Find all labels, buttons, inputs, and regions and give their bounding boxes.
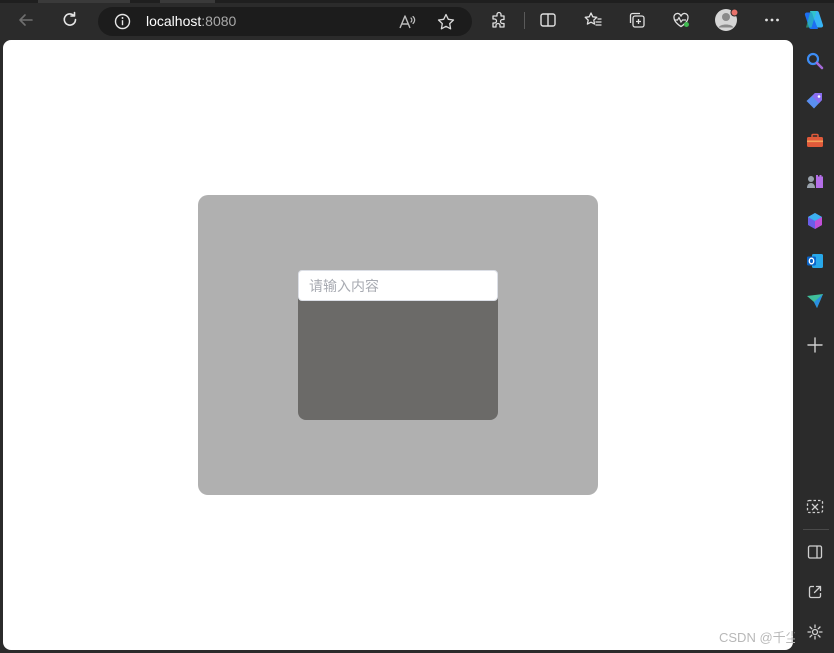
microsoft365-icon [808, 213, 822, 229]
sidebar-toggle-icon [807, 545, 823, 559]
sidebar-open-external-button[interactable] [800, 577, 830, 607]
sidebar-toggle-button[interactable] [800, 537, 830, 567]
outer-container [198, 195, 598, 495]
outlook-icon [807, 254, 823, 268]
sidebar-tools-button[interactable] [800, 126, 830, 156]
copilot-button[interactable] [800, 6, 828, 34]
sidebar-screenshot-button[interactable] [800, 492, 830, 522]
back-arrow-icon [19, 14, 33, 26]
open-external-icon [808, 585, 822, 599]
extensions-icon [492, 11, 505, 28]
search-input[interactable] [298, 270, 498, 301]
url-port: :8080 [201, 13, 237, 29]
back-button[interactable] [12, 6, 40, 34]
profile-button[interactable] [713, 6, 741, 34]
collections-icon [629, 12, 645, 28]
refresh-icon [63, 11, 77, 26]
sidebar-settings-button[interactable] [800, 617, 830, 647]
read-aloud-icon[interactable] [397, 12, 417, 32]
page-viewport [3, 40, 793, 650]
url-host: localhost [146, 13, 202, 29]
sidebar-separator [803, 529, 829, 530]
sidebar-add-button[interactable] [800, 330, 830, 360]
sidebar-m365-button[interactable] [800, 206, 830, 236]
info-icon[interactable] [114, 13, 131, 30]
drop-icon [807, 294, 823, 308]
url-text[interactable]: localhost:8080 [146, 13, 236, 30]
copilot-icon [804, 11, 824, 29]
sidebar-drop-button[interactable] [800, 286, 830, 316]
add-icon [807, 337, 823, 353]
profile-avatar [715, 8, 739, 31]
favorites-button[interactable] [579, 6, 607, 34]
games-icon [807, 175, 823, 188]
favorite-star-icon[interactable] [436, 12, 456, 32]
browser-essentials-icon [673, 12, 689, 28]
shopping-tag-icon [806, 93, 822, 109]
extensions-button[interactable] [486, 6, 514, 34]
sidebar-games-button[interactable] [800, 166, 830, 196]
edge-sidebar [795, 40, 834, 653]
favorites-icon [584, 12, 602, 26]
collections-button[interactable] [623, 6, 651, 34]
more-options-button[interactable] [758, 6, 786, 34]
search-icon [806, 52, 824, 70]
browser-toolbar: localhost:8080 [0, 0, 834, 40]
sidebar-shopping-button[interactable] [800, 86, 830, 116]
tools-icon [807, 133, 823, 147]
refresh-button[interactable] [56, 6, 84, 34]
split-screen-button[interactable] [534, 6, 562, 34]
inner-dropdown-panel [298, 270, 498, 420]
more-options-icon [765, 18, 779, 22]
tab-strip [0, 0, 834, 3]
split-screen-icon [540, 13, 556, 27]
address-bar[interactable]: localhost:8080 [98, 7, 472, 36]
toolbar-divider [524, 12, 525, 29]
sidebar-outlook-button[interactable] [800, 246, 830, 276]
screenshot-icon [806, 499, 824, 514]
settings-icon [807, 624, 823, 640]
sidebar-search-button[interactable] [800, 46, 830, 76]
browser-essentials-button[interactable] [667, 6, 695, 34]
